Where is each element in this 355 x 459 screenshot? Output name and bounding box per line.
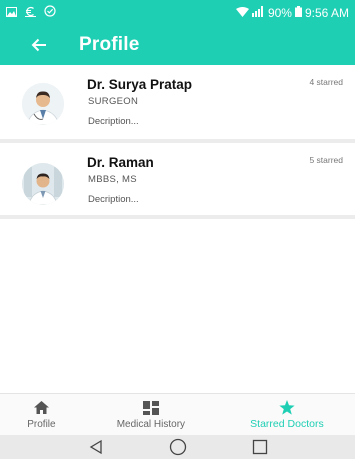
battery-percent: 90% [267, 5, 292, 20]
doctor-description: Decription... [88, 194, 139, 205]
status-bar: 90% 9:56 AM [0, 0, 355, 25]
doctor-description: Decription... [88, 116, 139, 127]
dashboard-icon [142, 400, 159, 416]
nav-item-medical-history[interactable]: Medical History [83, 394, 219, 435]
nav-label-medical-history: Medical History [116, 418, 186, 430]
doctor-specialty: SURGEON [88, 96, 139, 107]
nav-item-profile[interactable]: Profile [0, 394, 83, 435]
system-nav-bar [0, 435, 355, 459]
status-right: 90% 9:56 AM [235, 5, 349, 20]
doctor-card[interactable]: Dr. Raman MBBS, MS Decription... 5 starr… [0, 143, 355, 219]
nav-label-starred-doctors: Starred Doctors [250, 418, 324, 430]
battery-icon [294, 5, 302, 20]
signal-icon [251, 5, 265, 20]
gallery-notification-icon [6, 6, 17, 20]
clock: 9:56 AM [304, 5, 349, 20]
star-count: 5 starred [309, 155, 343, 165]
nav-item-starred-doctors[interactable]: Starred Doctors [219, 394, 355, 435]
back-button[interactable] [24, 30, 54, 60]
star-icon [279, 399, 295, 415]
doctor-name: Dr. Raman [87, 155, 154, 170]
doctor-avatar [22, 83, 64, 125]
bottom-nav: Profile Medical History Starred Doctors [0, 393, 355, 435]
recents-square-icon[interactable] [252, 439, 268, 455]
app-bar: Profile [0, 25, 355, 65]
doctor-card[interactable]: Dr. Surya Pratap SURGEON Decription... 4… [0, 65, 355, 143]
home-icon [33, 400, 49, 416]
check-circle-notification-icon [44, 5, 56, 20]
star-count: 4 starred [309, 77, 343, 87]
doctor-avatar [22, 163, 64, 205]
back-triangle-icon[interactable] [88, 439, 104, 455]
doctor-name: Dr. Surya Pratap [87, 77, 193, 92]
euro-notification-icon [25, 6, 36, 20]
doctor-specialty: MBBS, MS [88, 174, 137, 185]
nav-label-profile: Profile [27, 418, 56, 430]
arrow-left-icon [31, 38, 46, 52]
wifi-icon [235, 6, 249, 20]
doctor-list: Dr. Surya Pratap SURGEON Decription... 4… [0, 65, 355, 219]
status-left [6, 5, 56, 20]
home-circle-icon[interactable] [169, 438, 187, 456]
page-title: Profile [79, 34, 140, 55]
